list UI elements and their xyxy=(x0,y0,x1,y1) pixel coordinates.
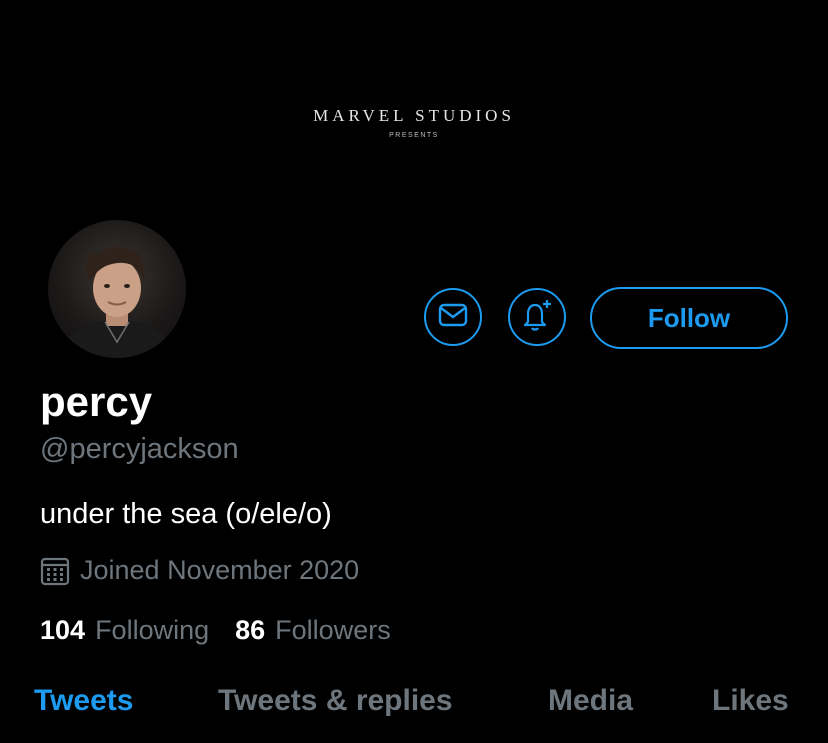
banner-subtitle: PRESENTS xyxy=(389,132,439,139)
joined-date: Joined November 2020 xyxy=(80,555,360,585)
follow-stats: 104 Following 86 Followers xyxy=(40,615,391,646)
display-name: percy xyxy=(40,378,153,425)
following-link[interactable]: 104 Following xyxy=(40,615,209,646)
tab-media[interactable]: Media xyxy=(548,684,633,718)
banner-title: MARVEL STUDIOS xyxy=(313,106,515,125)
tab-tweets[interactable]: Tweets xyxy=(34,684,133,718)
message-button[interactable] xyxy=(424,288,482,346)
user-handle: @percyjackson xyxy=(40,433,239,465)
followers-label: Followers xyxy=(275,615,391,645)
following-count: 104 xyxy=(40,615,86,645)
bell-plus-icon xyxy=(520,298,554,337)
follow-button[interactable]: Follow xyxy=(590,287,788,349)
profile-tabs: Tweets Tweets & replies Media Likes xyxy=(0,684,828,734)
followers-count: 86 xyxy=(235,615,266,645)
tab-likes[interactable]: Likes xyxy=(712,684,789,718)
tab-tweets-replies[interactable]: Tweets & replies xyxy=(218,684,453,718)
followers-link[interactable]: 86 Followers xyxy=(235,615,391,646)
notify-button[interactable] xyxy=(508,288,566,346)
mail-icon xyxy=(438,303,468,332)
profile-bio: under the sea (o/ele/o) xyxy=(40,498,332,530)
following-label: Following xyxy=(95,615,210,645)
profile-photo xyxy=(58,246,176,358)
avatar[interactable] xyxy=(46,218,188,360)
joined-date-row: Joined November 2020 xyxy=(40,555,359,586)
calendar-icon xyxy=(40,556,70,586)
